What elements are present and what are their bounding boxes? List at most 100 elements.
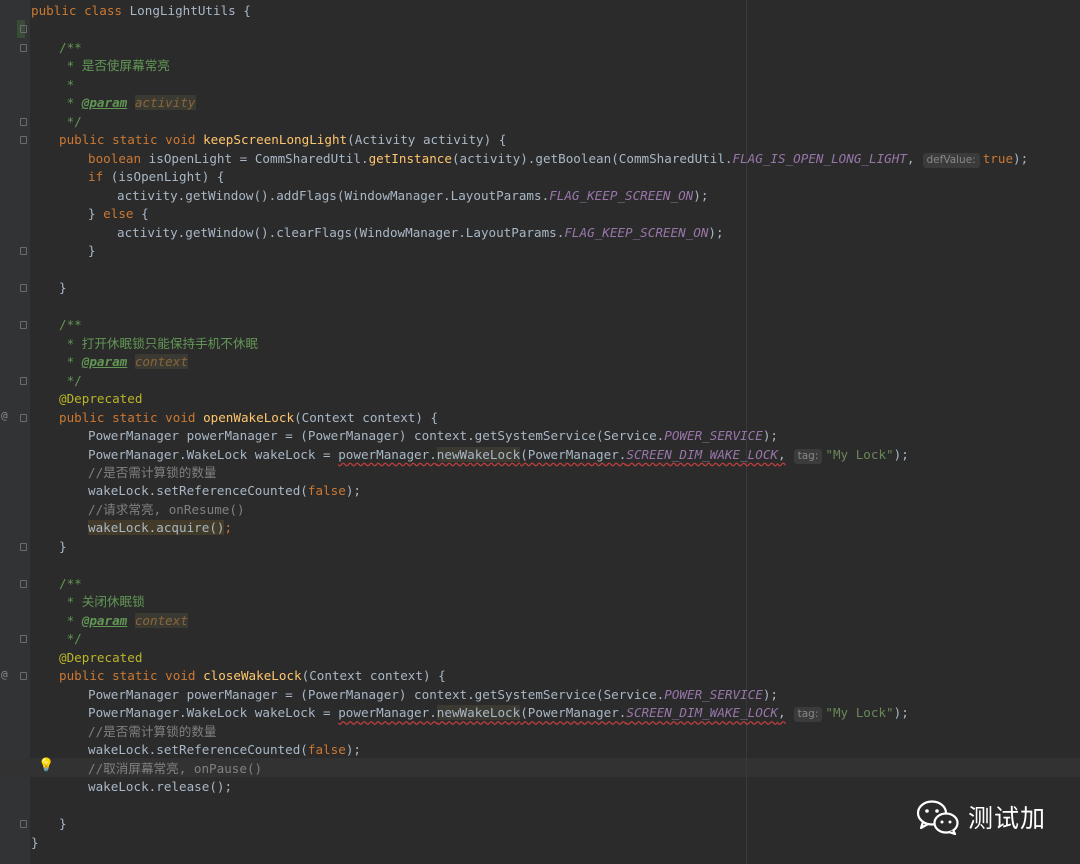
code-line[interactable]: * 打开休眠锁只能保持手机不休眠 [59,335,258,354]
code-token: newWakeLock [436,446,521,462]
code-line[interactable]: activity.getWindow().clearFlags(WindowMa… [117,224,724,243]
code-line[interactable]: @Deprecated [59,390,142,409]
code-line[interactable]: } [31,834,39,853]
override-marker-icon[interactable]: @ [1,669,8,681]
code-token: } [59,538,67,554]
code-line[interactable]: } [59,815,67,834]
code-line[interactable]: public class LongLightUtils { [31,2,251,21]
code-line[interactable]: boolean isOpenLight = CommSharedUtil.get… [88,150,1028,169]
code-line[interactable]: */ [59,113,82,132]
code-line[interactable]: if (isOpenLight) { [88,168,224,187]
code-line[interactable]: public static void keepScreenLongLight(A… [59,131,506,150]
code-line[interactable]: public static void closeWakeLock(Context… [59,667,446,686]
fold-marker-icon[interactable] [20,43,27,52]
code-token: getInstance [368,150,452,166]
fold-marker-icon[interactable] [20,117,27,126]
code-comment: context [134,354,188,370]
code-token: (Context context) { [294,409,439,425]
code-token: (activity).getBoolean(CommSharedUtil. [451,150,733,166]
code-token: ); [762,428,778,444]
code-line[interactable]: * 是否使屏幕常亮 [59,57,170,76]
fold-marker-icon[interactable] [20,542,27,551]
code-token: SCREEN_DIM_WAKE_LOCK [626,705,779,721]
lightbulb-icon[interactable]: 💡 [38,758,54,774]
code-token: powerManager. [338,705,437,721]
code-token: ); [345,483,361,499]
code-token: ; [224,520,233,536]
fold-marker-icon[interactable] [20,284,27,293]
fold-marker-icon[interactable] [20,635,27,644]
code-token: } [59,816,67,832]
code-line[interactable]: //是否需计算锁的数量 [88,464,217,483]
code-token: (PowerManager. [520,705,627,721]
code-token: } [88,206,104,222]
code-line[interactable]: PowerManager powerManager = (PowerManage… [88,427,778,446]
code-line[interactable]: wakeLock.setReferenceCounted(false); [88,741,361,760]
code-line[interactable]: PowerManager.WakeLock wakeLock = powerMa… [88,704,909,723]
fold-marker-icon[interactable] [20,247,27,256]
code-token: FLAG_KEEP_SCREEN_ON [564,224,709,240]
code-line[interactable]: public static void openWakeLock(Context … [59,409,438,428]
code-line[interactable]: //是否需计算锁的数量 [88,723,217,742]
code-line[interactable]: } [59,279,67,298]
code-token: true [982,150,1014,166]
code-token: boolean [88,150,149,166]
code-line[interactable]: * @param context [59,353,188,372]
code-line[interactable]: /** [59,575,82,594]
fold-marker-icon[interactable] [20,579,27,588]
code-token: } [31,834,39,850]
code-line[interactable]: /** [59,39,82,58]
code-line[interactable]: * @param activity [59,94,196,113]
code-comment: //请求常亮, onResume() [88,501,245,517]
fold-marker-icon[interactable] [20,25,27,34]
fold-marker-icon[interactable] [20,672,27,681]
code-line[interactable]: } [88,242,96,261]
watermark-text: 测试加 [968,804,1047,833]
code-line[interactable]: } else { [88,205,149,224]
code-line[interactable]: } [59,538,67,557]
code-comment: */ [59,372,82,388]
fold-marker-icon[interactable] [20,321,27,330]
code-line[interactable]: //取消屏幕常亮, onPause() [88,760,262,779]
code-comment: */ [59,113,82,129]
editor-gutter[interactable] [0,0,30,864]
code-token: FLAG_IS_OPEN_LONG_LIGHT [732,150,907,166]
code-line[interactable]: PowerManager.WakeLock wakeLock = powerMa… [88,446,909,465]
code-comment: @param [81,95,128,111]
override-marker-icon[interactable]: @ [1,410,8,422]
code-comment: @param [81,354,128,370]
code-line[interactable]: */ [59,372,82,391]
wechat-icon [916,800,959,835]
code-line[interactable]: */ [59,630,82,649]
code-comment: * [59,354,82,370]
code-token: PowerManager.WakeLock wakeLock = [88,446,339,462]
code-token: public static void [59,409,204,425]
parameter-hint: defValue: [922,152,980,168]
code-editor[interactable]: @ @ 💡 public class LongLightUtils { /** *… [0,0,1080,864]
code-token: @Deprecated [59,649,143,665]
code-token: ); [693,187,709,203]
code-line[interactable]: wakeLock.release(); [88,778,232,797]
code-line[interactable]: wakeLock.acquire(); [88,519,232,538]
code-line[interactable]: @Deprecated [59,649,142,668]
code-token: LongLightUtils { [129,3,251,18]
code-line[interactable]: PowerManager powerManager = (PowerManage… [88,686,778,705]
code-line[interactable]: /** [59,316,82,335]
code-line[interactable]: //请求常亮, onResume() [88,501,245,520]
code-line[interactable]: * @param context [59,612,188,631]
code-line[interactable]: * 关闭休眠锁 [59,593,145,612]
code-token: ); [893,446,909,462]
fold-marker-icon[interactable] [20,820,27,829]
code-token: ); [893,705,909,721]
code-comment: //取消屏幕常亮, onPause() [88,760,263,776]
code-line[interactable]: * [59,76,75,95]
code-token: PowerManager powerManager = (PowerManage… [88,686,665,702]
fold-marker-icon[interactable] [20,376,27,385]
fold-marker-icon[interactable] [20,413,27,422]
fold-marker-icon[interactable] [20,136,27,145]
code-token: (PowerManager. [520,446,627,462]
code-line[interactable]: wakeLock.setReferenceCounted(false); [88,482,361,501]
code-line[interactable]: activity.getWindow().addFlags(WindowMana… [117,187,708,206]
